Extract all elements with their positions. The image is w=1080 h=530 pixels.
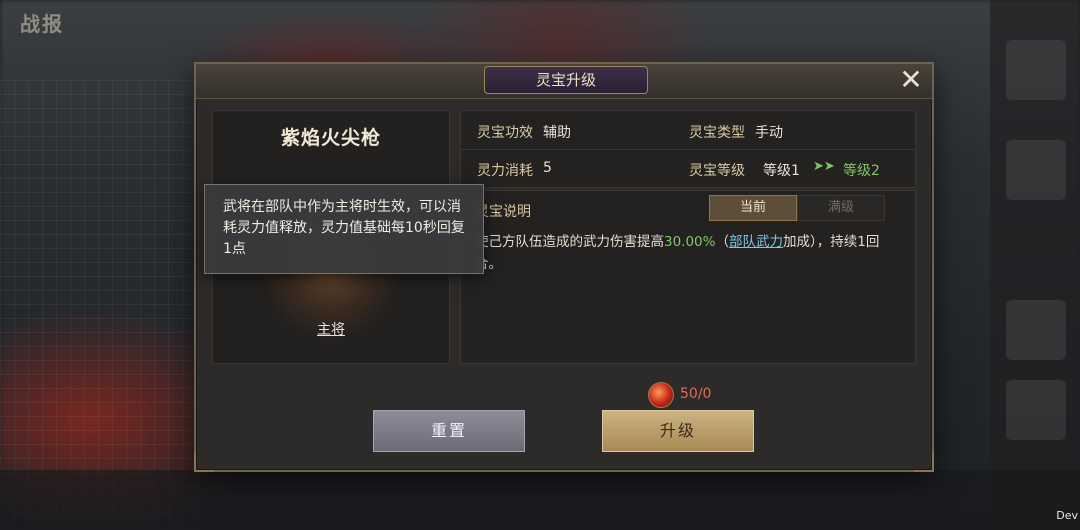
damage-bonus-value: 30.00% <box>664 234 716 250</box>
effect-label: 灵宝功效 <box>477 125 533 141</box>
item-info-box: 灵宝功效 辅助 灵宝类型 手动 灵力消耗 5 灵宝等级 等级1 ➤➤ 等级2 <box>460 110 916 188</box>
role-link[interactable]: 主将 <box>213 319 449 339</box>
corner-ornament <box>194 452 214 472</box>
level-label: 灵宝等级 <box>689 163 745 179</box>
cost-label: 灵力消耗 <box>477 163 533 179</box>
background-map-grid <box>0 80 200 530</box>
description-text-mid: （ <box>715 234 729 250</box>
cost-amount: 50/0 <box>680 386 712 402</box>
info-row: 灵宝功效 辅助 灵宝类型 手动 <box>461 111 915 150</box>
troop-force-link[interactable]: 部队武力 <box>729 234 783 250</box>
background-rail-button <box>1006 380 1066 440</box>
background-bottom-bar <box>0 470 1080 530</box>
background-right-rail <box>990 0 1080 530</box>
type-label: 灵宝类型 <box>689 125 745 141</box>
reset-button[interactable]: 重置 <box>373 410 525 452</box>
role-tooltip: 武将在部队中作为主将时生效，可以消耗灵力值释放，灵力值基础每10秒回复1点 <box>204 184 484 274</box>
cost-value: 5 <box>543 160 552 176</box>
description-text-prefix: 使己方队伍造成的武力伤害提高 <box>475 234 664 250</box>
dialog-title: 灵宝升级 <box>484 66 648 94</box>
dev-label: Dev <box>1056 509 1078 522</box>
description-box: 灵宝说明 当前 满级 使己方队伍造成的武力伤害提高30.00%（部队武力加成），… <box>460 190 916 364</box>
type-value: 手动 <box>755 125 783 141</box>
effect-value: 辅助 <box>543 125 571 141</box>
double-chevron-right-icon: ➤➤ <box>813 159 835 174</box>
tab-max-level[interactable]: 满级 <box>797 195 885 221</box>
item-name: 紫焰火尖枪 <box>280 127 381 149</box>
description-text: 使己方队伍造成的武力伤害提高30.00%（部队武力加成），持续1回合。 <box>475 231 899 275</box>
background-rail-button <box>1006 40 1066 100</box>
background-title: 战报 <box>20 12 64 36</box>
level-next: 等级2 <box>843 163 880 179</box>
background-rail-button <box>1006 300 1066 360</box>
tab-current[interactable]: 当前 <box>709 195 797 221</box>
info-row: 灵力消耗 5 灵宝等级 等级1 ➤➤ 等级2 <box>461 149 915 187</box>
upgrade-button[interactable]: 升级 <box>602 410 754 452</box>
close-icon[interactable]: ✕ <box>896 66 926 96</box>
background-rail-button <box>1006 140 1066 200</box>
spirit-orb-icon <box>648 382 674 408</box>
level-current: 等级1 <box>763 163 800 179</box>
corner-ornament <box>914 452 934 472</box>
tooltip-text: 武将在部队中作为主将时生效，可以消耗灵力值释放，灵力值基础每10秒回复1点 <box>223 199 465 257</box>
